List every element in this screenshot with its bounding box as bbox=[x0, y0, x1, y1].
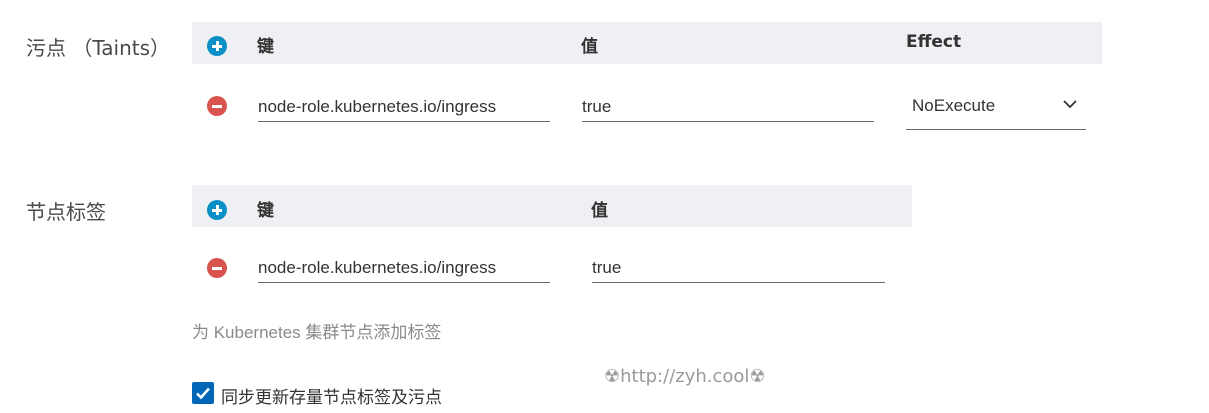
checkmark-icon bbox=[196, 387, 210, 400]
labels-key-header: 键 bbox=[257, 201, 274, 221]
labels-section-label: 节点标签 bbox=[26, 200, 106, 224]
sync-checkbox-label[interactable]: 同步更新存量节点标签及污点 bbox=[221, 383, 442, 408]
remove-label-icon[interactable] bbox=[207, 258, 227, 278]
taints-key-header: 键 bbox=[257, 37, 274, 57]
labels-helper-text: 为 Kubernetes 集群节点添加标签 bbox=[192, 323, 442, 342]
taint-value-input[interactable]: true bbox=[582, 92, 874, 122]
taints-section-label: 污点 （Taints） bbox=[26, 36, 171, 60]
taints-effect-header: Effect bbox=[906, 32, 962, 52]
taints-value-header: 值 bbox=[581, 37, 598, 57]
taint-effect-select[interactable]: NoExecute bbox=[906, 92, 1086, 130]
taint-key-input[interactable]: node-role.kubernetes.io/ingress bbox=[258, 92, 550, 122]
watermark-text: ☢http://zyh.cool☢ bbox=[604, 366, 766, 387]
sync-checkbox[interactable] bbox=[192, 382, 214, 404]
add-label-icon[interactable] bbox=[207, 200, 227, 220]
labels-value-header: 值 bbox=[591, 201, 608, 221]
chevron-down-icon bbox=[1063, 100, 1077, 109]
remove-taint-icon[interactable] bbox=[207, 96, 227, 116]
label-value-input[interactable]: true bbox=[592, 253, 885, 283]
label-key-input[interactable]: node-role.kubernetes.io/ingress bbox=[258, 253, 550, 283]
add-taint-icon[interactable] bbox=[207, 36, 227, 56]
taints-header-bar: 键 值 Effect bbox=[192, 22, 1102, 64]
taint-effect-value: NoExecute bbox=[912, 96, 996, 115]
labels-header-bar: 键 值 bbox=[192, 185, 912, 227]
